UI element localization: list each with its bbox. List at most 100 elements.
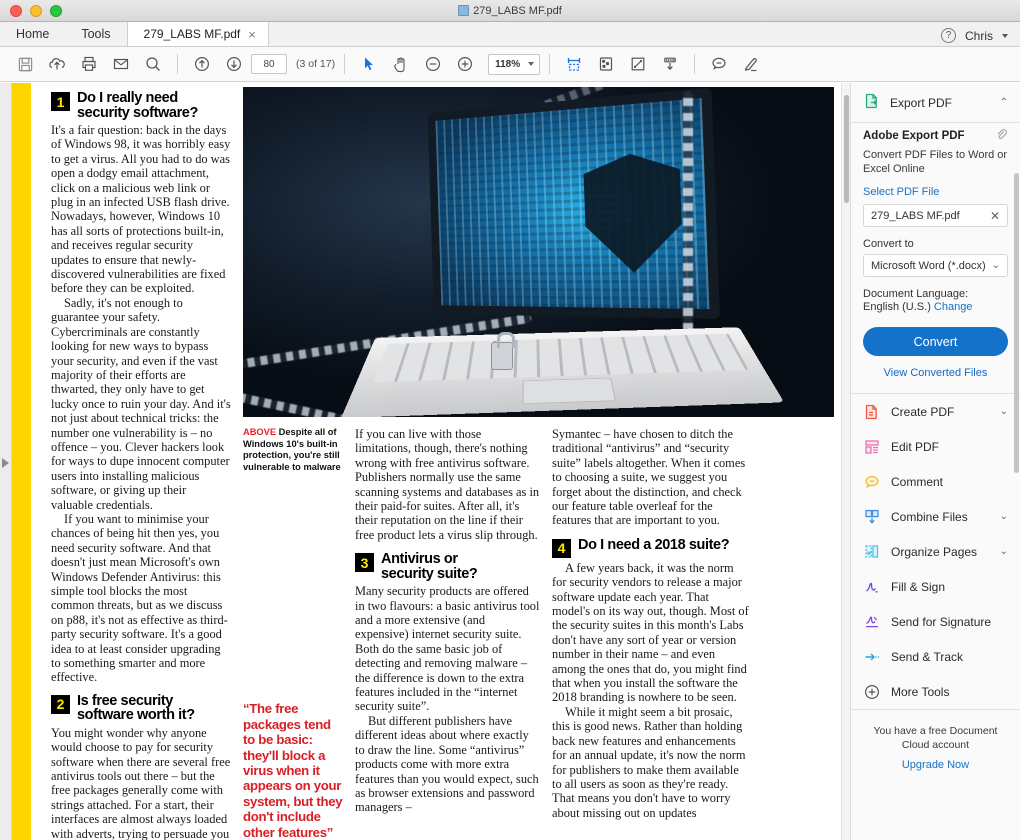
upload-cloud-icon[interactable]: [42, 50, 72, 78]
chevron-down-icon[interactable]: ⌄: [1000, 406, 1008, 417]
search-icon[interactable]: [138, 50, 168, 78]
plus-circle-icon[interactable]: [450, 50, 480, 78]
right-column-body-top: Symantec – have chosen to ditch the trad…: [552, 427, 749, 528]
tool-row-send-for-signature[interactable]: Send for Signature: [851, 604, 1020, 639]
question-3-title-line1: Antivirus or: [381, 551, 458, 568]
pull-quote: “The free packages tend to be basic: the…: [243, 701, 343, 840]
document-pane[interactable]: 1 Do I really need security software? It…: [31, 83, 850, 840]
tool-label: Send for Signature: [891, 614, 992, 629]
chevron-down-icon[interactable]: [1002, 33, 1008, 38]
print-icon[interactable]: [74, 50, 104, 78]
close-icon[interactable]: ✕: [990, 209, 1000, 223]
tool-label: Edit PDF: [891, 439, 940, 454]
tool-row-create-pdf[interactable]: Create PDF ⌄: [851, 394, 1020, 429]
tools-panel: Export PDF ⌃ Adobe Export PDF Convert PD: [850, 83, 1020, 840]
fit-page-icon[interactable]: [623, 50, 653, 78]
toolbar-divider: [177, 54, 178, 74]
convert-button[interactable]: Convert: [863, 327, 1008, 356]
upgrade-now-link[interactable]: Upgrade Now: [863, 758, 1008, 772]
menu-home[interactable]: Home: [0, 22, 65, 46]
page-edge-bleed: [12, 83, 31, 840]
menu-bar: Home Tools 279_LABS MF.pdf ×: [0, 22, 1020, 47]
right-column-body-bottom: A few years back, it was the norm for se…: [552, 561, 749, 820]
page-number-input[interactable]: 80: [251, 54, 287, 74]
zoom-level-value: 118%: [495, 58, 521, 70]
paperclip-icon[interactable]: [994, 127, 1008, 144]
export-pdf-header[interactable]: Export PDF ⌃: [851, 83, 1020, 122]
tool-label: Combine Files: [891, 509, 968, 524]
paragraph: A few years back, it was the norm for se…: [552, 560, 749, 705]
tool-row-more-tools[interactable]: More Tools: [851, 674, 1020, 709]
view-converted-files-link[interactable]: View Converted Files: [884, 367, 988, 379]
select-pdf-file-link[interactable]: Select PDF File: [863, 186, 1008, 198]
menu-tools[interactable]: Tools: [65, 22, 126, 46]
document-language-row: English (U.S.) Change: [863, 301, 1008, 313]
article-column-2: If you can live with those limitations, …: [355, 427, 540, 840]
document-tab[interactable]: 279_LABS MF.pdf ×: [126, 22, 269, 46]
selected-file-box[interactable]: 279_LABS MF.pdf ✕: [863, 204, 1008, 227]
chevron-down-icon[interactable]: ⌄: [1000, 546, 1008, 557]
laptop-screen: [427, 87, 720, 320]
tool-label: Send & Track: [891, 649, 964, 664]
tools-panel-scrollbar[interactable]: [1014, 173, 1019, 473]
tool-row-combine-files[interactable]: Combine Files ⌄: [851, 499, 1020, 534]
tools-list: Create PDF ⌄ Edit PDF Comment Combine Files ⌄…: [851, 394, 1020, 710]
question-2-title-line2: software worth it?: [77, 707, 195, 724]
arrow-down-circle-icon[interactable]: [219, 50, 249, 78]
document-language-label: Document Language:: [863, 288, 969, 300]
tool-row-send-track[interactable]: Send & Track: [851, 639, 1020, 674]
paragraph: Symantec – have chosen to ditch the trad…: [552, 426, 746, 528]
tool-row-comment[interactable]: Comment: [851, 464, 1020, 499]
question-2-heading: 2 Is free security software worth it?: [51, 694, 231, 723]
question-number-4: 4: [552, 538, 571, 558]
hero-image-laptop-in-chains: [243, 87, 834, 417]
expand-panel-icon[interactable]: [2, 458, 9, 468]
paragraph: Many security products are offered in tw…: [355, 584, 540, 714]
view-converted-files-row: View Converted Files: [863, 367, 1008, 379]
export-pdf-header-label: Export PDF: [890, 95, 953, 110]
zoom-level-select[interactable]: 118%: [488, 53, 541, 75]
edit-pdf-icon: [863, 438, 881, 456]
question-4-heading: 4 Do I need a 2018 suite?: [552, 538, 749, 558]
paragraph: While it might seem a bit prosaic, this …: [552, 704, 746, 820]
paragraph: It's a fair question: back in the days o…: [51, 123, 231, 296]
convert-format-select[interactable]: Microsoft Word (*.docx) ⌄: [863, 254, 1008, 277]
minus-circle-icon[interactable]: [418, 50, 448, 78]
document-scrollbar[interactable]: [841, 83, 850, 840]
help-icon[interactable]: ?: [940, 28, 956, 43]
acrobat-window: 279_LABS MF.pdf Home Tools 279_LABS MF.p…: [0, 0, 1020, 840]
question-number-2: 2: [51, 694, 70, 714]
scrollbar-thumb[interactable]: [844, 95, 849, 203]
cursor-arrow-icon[interactable]: [354, 50, 384, 78]
left-navigation-rail[interactable]: [0, 83, 12, 840]
tool-row-fill-sign[interactable]: Fill & Sign: [851, 569, 1020, 604]
email-icon[interactable]: [106, 50, 136, 78]
figure-caption: ABOVE Despite all of Windows 10's built-…: [243, 427, 343, 473]
close-icon[interactable]: ×: [248, 27, 256, 42]
document-language-value: English (U.S.): [863, 301, 931, 313]
save-icon[interactable]: [10, 50, 40, 78]
highlighter-pen-icon[interactable]: [736, 50, 766, 78]
change-language-link[interactable]: Change: [934, 301, 973, 313]
caption-above-label: ABOVE: [243, 426, 277, 437]
export-pdf-section: Export PDF ⌃: [851, 83, 1020, 123]
fit-width-icon[interactable]: [559, 50, 589, 78]
page-thumbnails-icon[interactable]: [591, 50, 621, 78]
plus-circle-icon: [863, 683, 881, 701]
comment-bubble-icon[interactable]: [704, 50, 734, 78]
chevron-down-icon[interactable]: ⌄: [1000, 511, 1008, 522]
tool-label: Create PDF: [891, 404, 955, 419]
tool-row-organize-pages[interactable]: Organize Pages ⌄: [851, 534, 1020, 569]
user-name[interactable]: Chris: [965, 29, 993, 43]
question-1-heading: 1 Do I really need security software?: [51, 91, 231, 120]
hand-icon[interactable]: [386, 50, 416, 78]
chevron-up-icon[interactable]: ⌃: [1000, 97, 1008, 108]
question-1-title-line2: security software?: [77, 104, 198, 121]
tool-label: Comment: [891, 474, 944, 489]
tool-row-edit-pdf[interactable]: Edit PDF: [851, 429, 1020, 464]
magazine-layout: 1 Do I really need security software? It…: [51, 87, 834, 840]
export-pdf-icon: [863, 92, 881, 113]
arrow-up-circle-icon[interactable]: [187, 50, 217, 78]
title-bar: 279_LABS MF.pdf: [0, 0, 1020, 22]
scroll-mode-icon[interactable]: [655, 50, 685, 78]
